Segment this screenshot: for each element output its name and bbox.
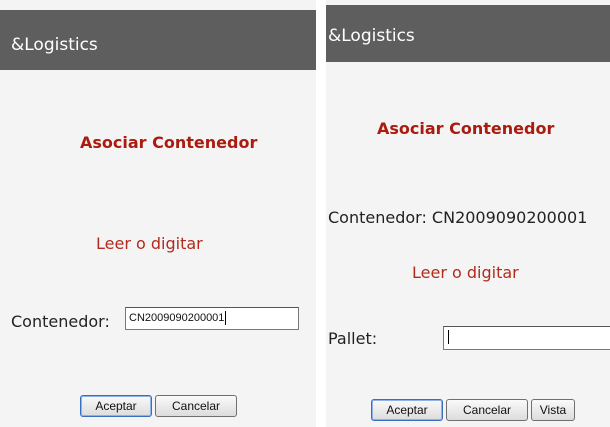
cancel-button[interactable]: Cancelar [446,399,528,421]
page-title: Asociar Contenedor [377,119,555,138]
app-header: &Logistics [0,10,316,70]
text-caret [448,330,449,345]
container-info: Contenedor: CN2009090200001 [328,208,588,227]
app-header: &Logistics [326,5,610,62]
page-title: Asociar Contenedor [80,133,258,152]
scan-prompt: Leer o digitar [96,234,203,253]
app-title: &Logistics [328,26,415,46]
text-caret [225,311,227,326]
container-field-label: Contenedor: [11,312,110,331]
right-screen: &Logistics Asociar Contenedor Contenedor… [326,0,610,427]
container-input-value: CN2009090200001 [129,312,225,324]
app-title: &Logistics [11,35,98,55]
pallet-input[interactable] [443,326,610,350]
accept-button[interactable]: Aceptar [80,395,152,417]
view-button[interactable]: Vista [531,399,575,421]
cancel-button[interactable]: Cancelar [155,395,237,417]
scan-prompt: Leer o digitar [412,263,519,282]
container-input[interactable]: CN2009090200001 [125,307,299,330]
accept-button[interactable]: Aceptar [371,399,443,421]
left-screen: &Logistics Asociar Contenedor Leer o dig… [0,0,316,427]
pallet-field-label: Pallet: [328,329,378,348]
